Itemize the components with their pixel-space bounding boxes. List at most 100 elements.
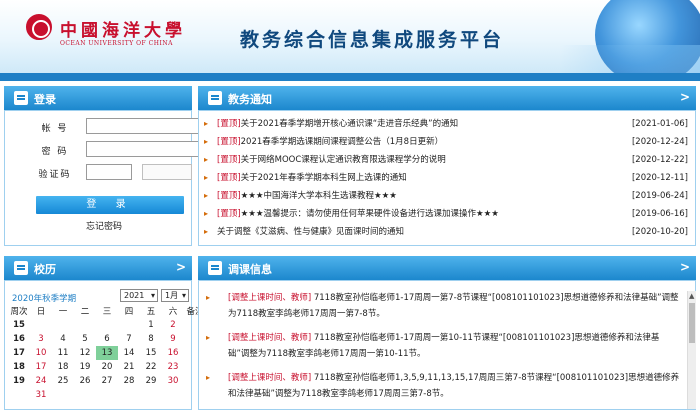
notice-title[interactable]: 关于调整《艾滋病、性与健康》见面课时间的通知: [217, 227, 404, 237]
calendar-day[interactable]: 25: [52, 374, 74, 388]
calendar-day: [118, 318, 140, 332]
calendar-day[interactable]: 15: [140, 346, 162, 360]
calendar-day[interactable]: 17: [30, 360, 52, 374]
notice-item[interactable]: ▸ [置顶]关于2021春季学期增开核心通识课“走进音乐经典”的通知 [2021-0…: [200, 115, 690, 133]
calendar-day[interactable]: 19: [74, 360, 96, 374]
schedule-icon: [208, 261, 222, 275]
year-select[interactable]: 2021: [120, 289, 158, 302]
bullet-icon: ▸: [204, 191, 209, 200]
week-number: 18: [13, 362, 25, 372]
calendar-day[interactable]: 16: [162, 346, 184, 360]
bullet-icon: ▸: [204, 173, 209, 182]
notice-date: [2021-01-06]: [631, 119, 688, 129]
calendar-day[interactable]: 12: [74, 346, 96, 360]
calendar-day[interactable]: 24: [30, 374, 52, 388]
calendar-day[interactable]: 29: [140, 374, 162, 388]
account-input[interactable]: [86, 118, 204, 134]
page-title: 教务综合信息集成服务平台: [240, 29, 505, 51]
notice-item[interactable]: ▸ [置顶]2021春季学期选课期间课程调整公告（1月8日更新） [2020-12-…: [200, 133, 690, 151]
calendar-day[interactable]: 5: [74, 332, 96, 346]
password-input[interactable]: [86, 141, 204, 157]
calendar-day[interactable]: 21: [118, 360, 140, 374]
notice-date: [2019-06-24]: [631, 191, 688, 201]
calendar-day[interactable]: 2: [162, 318, 184, 332]
calendar-day[interactable]: 1: [140, 318, 162, 332]
notice-item[interactable]: ▸ [置顶]★★★温馨提示：请勿使用任何苹果硬件设备进行选课加课操作★★★ [201…: [200, 205, 690, 223]
schedule-item[interactable]: ▸ [调整上课时间、教师] 7118教室孙恺临老师1,3,5,9,11,13,15…: [200, 370, 680, 402]
calendar-day[interactable]: 9: [162, 332, 184, 346]
calendar-day[interactable]: 18: [52, 360, 74, 374]
notices-more-arrow[interactable]: >: [680, 90, 690, 104]
month-select[interactable]: 1月: [161, 289, 189, 302]
calendar-day[interactable]: 31: [30, 388, 52, 402]
calendar-day: [118, 388, 140, 402]
notice-item[interactable]: ▸ [置顶]关于2021年春季学期本科生网上选课的通知 [2020-12-11]: [200, 169, 690, 187]
calendar-day[interactable]: 7: [118, 332, 140, 346]
calendar-day: [74, 388, 96, 402]
scroll-thumb[interactable]: [689, 303, 695, 343]
notice-text[interactable]: [置顶]2021春季学期选课期间课程调整公告（1月8日更新）: [217, 133, 443, 151]
calendar-day[interactable]: 23: [162, 360, 184, 374]
notice-text[interactable]: [置顶]关于网络MOOC课程认定通识教育限选课程学分的说明: [217, 151, 446, 169]
schedule-item[interactable]: ▸ [调整上课时间、教师] 7118教室孙恺临老师1-17周周一第7-8节课程“[…: [200, 290, 680, 322]
notice-text[interactable]: [置顶]关于2021春季学期增开核心通识课“走进音乐经典”的通知: [217, 115, 458, 133]
calendar-day[interactable]: 11: [52, 346, 74, 360]
calendar-day[interactable]: 28: [118, 374, 140, 388]
calendar-day[interactable]: 13: [96, 346, 118, 360]
login-button[interactable]: 登 录: [36, 196, 184, 214]
calendar-more-arrow[interactable]: >: [176, 260, 186, 274]
captcha-input[interactable]: [86, 164, 132, 180]
bullet-icon: ▸: [206, 333, 211, 342]
notice-icon: [208, 91, 222, 105]
notice-item[interactable]: ▸ 关于调整《艾滋病、性与健康》见面课时间的通知 [2020-10-20]: [200, 223, 690, 241]
notice-title[interactable]: 2021春季学期选课期间课程调整公告（1月8日更新）: [241, 137, 443, 147]
bullet-icon: ▸: [204, 227, 209, 236]
notice-text[interactable]: [置顶]关于2021年春季学期本科生网上选课的通知: [217, 169, 407, 187]
calendar-week-row: 17 10 11 12 13 14 15 16: [8, 346, 206, 360]
calendar-header-cell: 六: [168, 307, 178, 317]
calendar-panel-header: 校历 >: [4, 256, 192, 280]
bullet-icon: ▸: [204, 155, 209, 164]
calendar-day[interactable]: 27: [96, 374, 118, 388]
notice-text[interactable]: 关于调整《艾滋病、性与健康》见面课时间的通知: [217, 223, 404, 241]
calendar-day[interactable]: 14: [118, 346, 140, 360]
notice-date: [2020-12-24]: [631, 137, 688, 147]
calendar-header-cell: 五: [146, 307, 156, 317]
notice-tag: [置顶]: [217, 191, 241, 201]
calendar-day[interactable]: 6: [96, 332, 118, 346]
logo-english-name: OCEAN UNIVERSITY OF CHINA: [60, 40, 173, 47]
notice-text[interactable]: [置顶]★★★温馨提示：请勿使用任何苹果硬件设备进行选课加课操作★★★: [217, 205, 499, 223]
notice-title[interactable]: 关于2021年春季学期本科生网上选课的通知: [241, 173, 407, 183]
schedule-item[interactable]: ▸ [调整上课时间、教师] 7118教室孙恺临老师1-17周周一第10-11节课程…: [200, 330, 680, 362]
notice-title[interactable]: ★★★中国海洋大学本科生选课教程★★★: [241, 191, 397, 201]
notice-item[interactable]: ▸ [置顶]关于网络MOOC课程认定通识教育限选课程学分的说明 [2020-12-2…: [200, 151, 690, 169]
calendar-day[interactable]: 10: [30, 346, 52, 360]
notice-text[interactable]: [置顶]★★★中国海洋大学本科生选课教程★★★: [217, 187, 397, 205]
calendar-day[interactable]: 26: [74, 374, 96, 388]
calendar-day[interactable]: 30: [162, 374, 184, 388]
notice-title[interactable]: 关于网络MOOC课程认定通识教育限选课程学分的说明: [241, 155, 446, 165]
scroll-up-icon[interactable]: ▲: [689, 292, 694, 300]
notice-tag: [置顶]: [217, 137, 241, 147]
university-logo[interactable]: 中國海洋大學 OCEAN UNIVERSITY OF CHINA: [26, 12, 196, 52]
calendar-header-cell: 二: [80, 307, 90, 317]
notice-title[interactable]: ★★★温馨提示：请勿使用任何苹果硬件设备进行选课加课操作★★★: [241, 209, 499, 219]
calendar-day[interactable]: 4: [52, 332, 74, 346]
password-label: 密 码: [41, 147, 69, 157]
calendar-day[interactable]: 3: [30, 332, 52, 346]
calendar-day[interactable]: 8: [140, 332, 162, 346]
notice-title[interactable]: 关于2021春季学期增开核心通识课“走进音乐经典”的通知: [241, 119, 458, 129]
schedule-more-arrow[interactable]: >: [680, 260, 690, 274]
notice-item[interactable]: ▸ [置顶]★★★中国海洋大学本科生选课教程★★★ [2019-06-24]: [200, 187, 690, 205]
notice-date: [2020-12-11]: [631, 173, 688, 183]
forgot-password-link[interactable]: 忘记密码: [86, 219, 122, 232]
calendar-day[interactable]: 20: [96, 360, 118, 374]
week-number: 15: [13, 320, 25, 330]
schedule-tag: [调整上课时间、教师]: [228, 333, 312, 343]
schedule-scrollbar[interactable]: ▲: [687, 291, 696, 409]
calendar-day: [162, 388, 184, 402]
captcha-image[interactable]: [142, 164, 192, 180]
calendar-icon: [14, 261, 28, 275]
calendar-day[interactable]: 22: [140, 360, 162, 374]
calendar-week-row: 16 3 4 5 6 7 8 9: [8, 332, 206, 346]
